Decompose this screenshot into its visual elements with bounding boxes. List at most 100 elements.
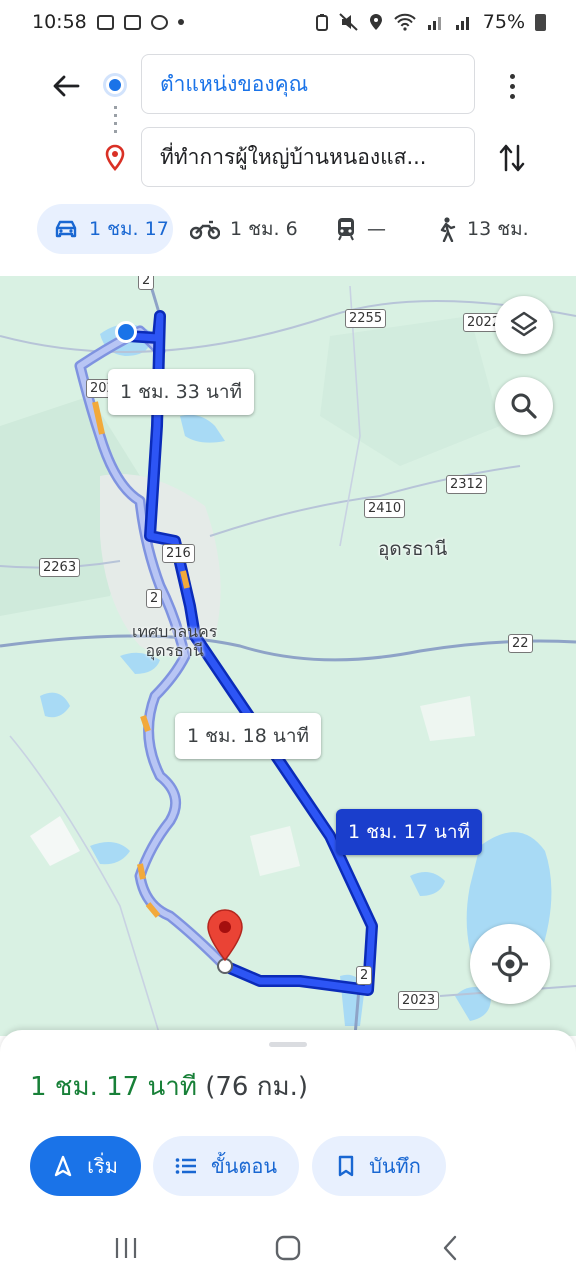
city-label: เทศบาลนคร อุดรธานี <box>132 622 217 660</box>
train-icon <box>338 218 354 241</box>
mute-icon <box>339 13 358 31</box>
water-body <box>410 872 445 896</box>
alt-route-time-2[interactable]: 1 ชม. 18 นาที <box>175 713 322 759</box>
location-status-icon <box>369 14 382 30</box>
status-time: 10:58 <box>32 11 87 33</box>
road-shield: 216 <box>162 544 195 563</box>
sheet-drag-handle[interactable] <box>269 1042 307 1047</box>
road-shield: 2410 <box>364 499 406 518</box>
tab-motorcycle-label: 1 ชม. 6 <box>230 218 298 240</box>
save-button[interactable]: บันทึก <box>312 1136 446 1196</box>
tab-walk-label: 13 ชม. <box>467 218 529 240</box>
road-shield: 2263 <box>39 558 81 577</box>
signal-icon <box>427 17 441 30</box>
my-location-icon <box>492 946 528 982</box>
tab-walk[interactable]: 13 ชม. <box>435 204 529 254</box>
origin-location-icon <box>118 324 134 340</box>
home-button[interactable] <box>268 1230 308 1266</box>
land-patch <box>250 826 300 876</box>
my-location-button[interactable] <box>470 924 550 1004</box>
maps-directions-screen: 10:58 75% ตำแหน่งของคุณ ที่ทำการผู้ใหญ่บ… <box>0 0 576 1280</box>
route-distance: (76 กม.) <box>205 1072 309 1102</box>
walk-icon <box>440 217 456 242</box>
start-button-label: เริ่ม <box>87 1154 118 1178</box>
tab-car-label: 1 ชม. 17 <box>89 218 169 240</box>
notification-dot-icon <box>177 19 184 25</box>
status-bar: 10:58 75% <box>0 0 576 44</box>
line-app-icon <box>150 14 168 30</box>
steps-button[interactable]: ขั้นตอน <box>153 1136 299 1196</box>
city-label-line1: เทศบาลนคร <box>132 622 218 641</box>
land-patch <box>320 316 500 466</box>
steps-button-label: ขั้นตอน <box>210 1154 277 1178</box>
back-button[interactable] <box>44 64 88 108</box>
route-duration: 1 ชม. 17 นาที <box>30 1072 197 1102</box>
swap-icon <box>499 144 525 172</box>
road-shield: 2255 <box>345 309 387 328</box>
land-patch <box>420 696 475 741</box>
map-view[interactable]: 2 2255 2022 2312 2410 216 2263 2 22 2 20… <box>0 276 576 1036</box>
water-body <box>180 414 225 443</box>
motorcycle-icon <box>190 220 220 240</box>
back-arrow-icon <box>53 75 80 97</box>
tab-motorcycle[interactable]: 1 ชม. 6 <box>190 204 298 254</box>
destination-input[interactable]: ที่ทำการผู้ใหญ่บ้านหนองแส... <box>141 127 475 187</box>
signal-2-icon <box>455 17 469 30</box>
gallery-icon <box>96 14 114 30</box>
swap-button[interactable] <box>490 136 534 180</box>
search-icon <box>511 393 537 419</box>
directions-panel: ตำแหน่งของคุณ ที่ทำการผู้ใหญ่บ้านหนองแส.… <box>0 44 576 276</box>
road-shield: 2 <box>138 276 155 290</box>
status-right: 75% <box>315 11 546 33</box>
road-shield: 2 <box>356 966 373 985</box>
water-body <box>40 692 70 718</box>
save-button-label: บันทึก <box>369 1154 421 1178</box>
tab-car[interactable]: 1 ชม. 17 <box>37 204 173 254</box>
car-icon <box>55 220 77 238</box>
route-summary: 1 ชม. 17 นาที (76 กม.) <box>30 1066 308 1107</box>
route-summary-sheet[interactable]: 1 ชม. 17 นาที (76 กม.) เริ่ม ขั้นตอน บัน… <box>0 1030 576 1216</box>
destination-marker-icon[interactable] <box>205 908 245 964</box>
origin-dot-icon <box>106 76 124 94</box>
battery-level: 75% <box>482 11 525 33</box>
alt-route-time-1[interactable]: 1 ชม. 33 นาที <box>108 369 255 415</box>
road-shield: 2023 <box>398 991 440 1010</box>
road-shield: 22 <box>508 634 533 653</box>
road-shield: 2 <box>146 589 163 608</box>
more-vert-icon <box>509 73 515 79</box>
system-back-button[interactable] <box>430 1230 470 1266</box>
route-connector <box>114 106 117 136</box>
region-label: อุดรธานี <box>378 538 448 560</box>
origin-input[interactable]: ตำแหน่งของคุณ <box>141 54 475 114</box>
layers-icon <box>510 311 538 337</box>
destination-pin-icon <box>105 144 125 171</box>
road-shield: 2312 <box>446 475 488 494</box>
more-options-button[interactable] <box>494 64 530 108</box>
search-along-route-button[interactable] <box>495 377 553 435</box>
more-vert-dot <box>509 83 515 89</box>
tab-transit-label: — <box>367 218 386 240</box>
traffic-segment <box>180 570 190 589</box>
traffic-segment <box>137 863 146 880</box>
city-label-line2: อุดรธานี <box>145 641 204 660</box>
travel-mode-tabs: 1 ชม. 17 1 ชม. 6 — 13 ชม. <box>0 204 576 256</box>
home-icon <box>275 1235 301 1261</box>
wifi-icon <box>394 13 416 31</box>
highway-22 <box>0 634 576 662</box>
start-button[interactable]: เริ่ม <box>30 1136 141 1196</box>
battery-icon <box>535 13 546 31</box>
recent-apps-button[interactable] <box>106 1230 146 1266</box>
navigation-icon <box>54 1155 72 1177</box>
status-left: 10:58 <box>32 11 184 33</box>
list-icon <box>175 1158 196 1174</box>
main-route-time[interactable]: 1 ชม. 17 นาที <box>336 809 483 855</box>
water-body <box>90 842 130 865</box>
recent-apps-icon <box>115 1238 137 1258</box>
voicemail-icon <box>123 14 141 30</box>
system-navigation-bar <box>0 1216 576 1280</box>
battery-saver-icon <box>315 14 328 31</box>
route-actions: เริ่ม ขั้นตอน บันทึก <box>30 1136 550 1196</box>
layers-button[interactable] <box>495 296 553 354</box>
tab-transit[interactable]: — <box>335 204 386 254</box>
more-vert-dot <box>509 93 515 99</box>
